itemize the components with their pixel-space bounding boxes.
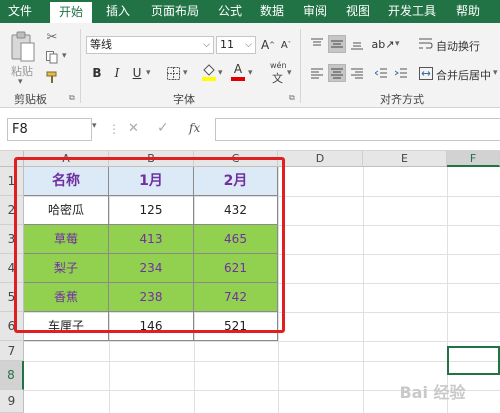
- cancel-icon[interactable]: ✕: [128, 121, 139, 136]
- copy-icon[interactable]: [44, 49, 60, 65]
- more-options-icon[interactable]: ⋮: [108, 122, 120, 136]
- italic-button[interactable]: I: [108, 64, 126, 82]
- alignment-group-label: 对齐方式: [380, 93, 424, 106]
- chevron-down-icon: ⌵: [203, 40, 210, 50]
- tab-formulas[interactable]: 公式: [212, 0, 248, 23]
- orientation-dropdown-icon[interactable]: ▾: [395, 39, 400, 49]
- tab-data[interactable]: 数据: [254, 0, 290, 23]
- tab-insert[interactable]: 插入: [100, 0, 136, 23]
- font-color-icon[interactable]: A: [229, 61, 247, 83]
- phonetic-label[interactable]: wén: [270, 61, 287, 70]
- font-size-value: 11: [220, 38, 234, 51]
- align-right-button[interactable]: [348, 64, 366, 82]
- name-box[interactable]: F8: [7, 118, 92, 141]
- font-color-dropdown-icon[interactable]: ▾: [248, 68, 253, 78]
- enter-icon[interactable]: ✓: [157, 120, 169, 136]
- formula-input[interactable]: [215, 118, 500, 141]
- increase-font-label: A: [260, 38, 270, 52]
- paste-icon[interactable]: [8, 29, 38, 65]
- fill-color-dropdown-icon[interactable]: ▾: [218, 68, 223, 78]
- decrease-indent-button[interactable]: [372, 64, 390, 82]
- row-header-7[interactable]: 7: [0, 341, 24, 361]
- menu-bar: 文件 开始 插入 页面布局 公式 数据 审阅 视图 开发工具 帮助: [0, 0, 500, 23]
- tab-review[interactable]: 审阅: [297, 0, 333, 23]
- tab-help[interactable]: 帮助: [448, 0, 488, 23]
- increase-font-button[interactable]: A ^: [259, 36, 277, 54]
- tab-home[interactable]: 开始: [50, 2, 92, 23]
- gridline: [24, 341, 500, 342]
- borders-icon[interactable]: [164, 64, 182, 82]
- decrease-font-button[interactable]: Aˇ: [277, 36, 295, 54]
- row-header-9[interactable]: 9: [0, 390, 24, 413]
- divider: [300, 29, 301, 103]
- selected-cell-f8[interactable]: [447, 346, 500, 375]
- chevron-down-icon: ⌵: [245, 40, 252, 50]
- orientation-button[interactable]: ab↗: [372, 35, 395, 53]
- font-group-label: 字体: [173, 93, 195, 106]
- column-header-e[interactable]: E: [363, 151, 447, 167]
- merge-center-icon[interactable]: [418, 64, 434, 82]
- clipboard-launcher-icon[interactable]: ⧉: [69, 93, 75, 103]
- merge-center-button[interactable]: 合并后居中: [436, 67, 491, 83]
- tab-developer[interactable]: 开发工具: [383, 0, 441, 23]
- align-left-button[interactable]: [308, 64, 326, 82]
- align-bottom-button[interactable]: [348, 35, 366, 53]
- phonetic-icon[interactable]: 文: [272, 70, 283, 86]
- column-header-d[interactable]: D: [278, 151, 363, 167]
- column-header-f[interactable]: F: [447, 151, 500, 167]
- align-center-button[interactable]: [328, 64, 346, 82]
- font-launcher-icon[interactable]: ⧉: [289, 93, 295, 103]
- copy-dropdown-icon[interactable]: ▾: [62, 51, 67, 61]
- tab-view[interactable]: 视图: [340, 0, 376, 23]
- row-header-8[interactable]: 8: [0, 361, 24, 390]
- name-box-dropdown-icon[interactable]: ▾: [92, 121, 97, 131]
- watermark: Bai 经验: [399, 383, 466, 402]
- clipboard-group-label: 剪贴板: [14, 93, 47, 106]
- annotation-frame: [14, 157, 285, 333]
- phonetic-dropdown-icon[interactable]: ▾: [287, 68, 292, 78]
- gridline: [363, 167, 364, 413]
- underline-button[interactable]: U: [128, 64, 146, 82]
- align-top-button[interactable]: [308, 35, 326, 53]
- insert-function-button[interactable]: fx: [189, 121, 200, 135]
- wrap-text-icon[interactable]: [418, 35, 434, 53]
- format-painter-icon[interactable]: [44, 69, 60, 85]
- decrease-font-label: A: [280, 39, 288, 51]
- tab-file[interactable]: 文件: [0, 0, 40, 23]
- paste-dropdown-icon[interactable]: ▾: [18, 77, 23, 87]
- font-name-value: 等线: [90, 38, 112, 51]
- borders-dropdown-icon[interactable]: ▾: [183, 68, 188, 78]
- merge-center-dropdown-icon[interactable]: ▾: [493, 68, 498, 78]
- align-middle-button[interactable]: [328, 35, 346, 53]
- divider: [80, 29, 81, 103]
- wrap-text-button[interactable]: 自动换行: [436, 38, 480, 54]
- tab-page-layout[interactable]: 页面布局: [146, 0, 204, 23]
- bold-button[interactable]: B: [88, 64, 106, 82]
- fill-color-icon[interactable]: [200, 61, 218, 83]
- increase-indent-button[interactable]: [392, 64, 410, 82]
- underline-dropdown-icon[interactable]: ▾: [146, 68, 151, 78]
- gridline: [24, 361, 500, 362]
- font-size-select[interactable]: 11 ⌵: [216, 36, 256, 54]
- ribbon: 粘贴 ▾ ✂ ▾ 剪贴板 ⧉ 等线 ⌵ 11 ⌵ A ^ Aˇ B I U ▾ ▾…: [0, 23, 500, 108]
- font-name-select[interactable]: 等线 ⌵: [86, 36, 214, 54]
- formula-bar: F8 ▾ ⋮ ✕ ✓ fx: [0, 108, 500, 151]
- cut-icon[interactable]: ✂: [44, 29, 60, 45]
